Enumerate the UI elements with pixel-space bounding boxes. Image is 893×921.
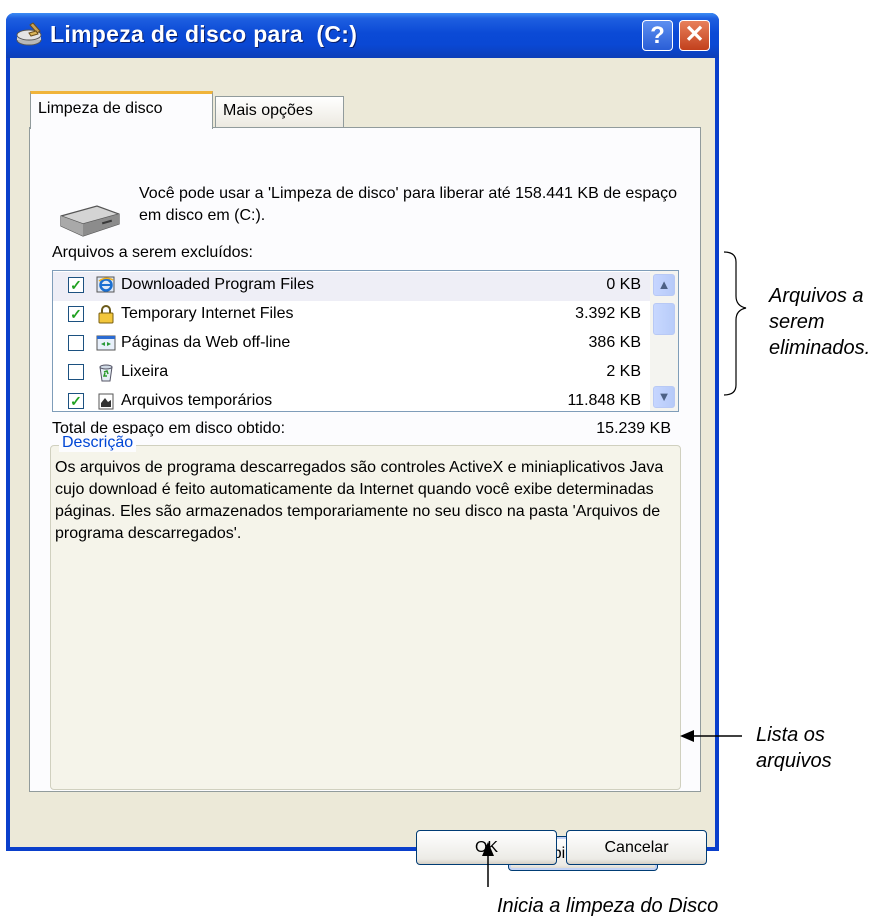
- start-arrow-head: [482, 842, 494, 856]
- annotation-graphics: [482, 251, 747, 887]
- files-brace: [723, 251, 747, 396]
- files-annotation: Arquivos a serem eliminados.: [769, 285, 871, 359]
- list-annotation: Lista os arquivos: [756, 724, 832, 772]
- list-arrow-head: [680, 730, 694, 742]
- start-annotation: Inicia a limpeza do Disco: [497, 895, 719, 917]
